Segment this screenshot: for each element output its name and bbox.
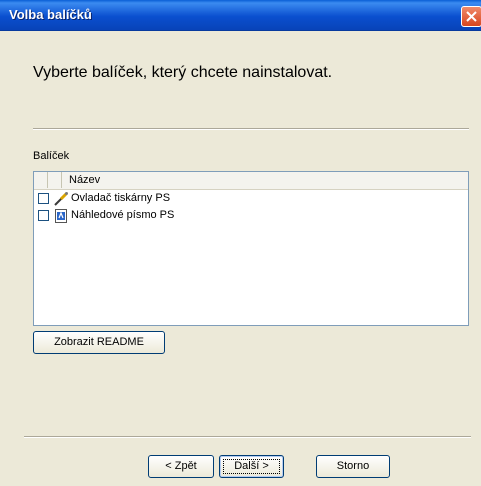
header-checkbox-column[interactable]	[34, 172, 48, 188]
package-list[interactable]: Název Ovladač tiskárny PS Náhledové písm…	[33, 171, 469, 326]
next-button-label: Další >	[234, 460, 269, 472]
font-preview-icon	[53, 208, 69, 224]
close-icon	[466, 11, 477, 22]
list-item[interactable]: Náhledové písmo PS	[36, 208, 466, 224]
bottom-divider	[24, 436, 471, 438]
back-button[interactable]: < Zpět	[148, 455, 214, 478]
show-readme-button[interactable]: Zobrazit README	[33, 331, 165, 354]
list-header: Název	[34, 172, 468, 190]
page-heading: Vyberte balíček, který chcete nainstalov…	[33, 64, 333, 81]
list-item[interactable]: Ovladač tiskárny PS	[36, 191, 466, 207]
cancel-button[interactable]: Storno	[316, 455, 390, 478]
package-section-label: Balíček	[33, 150, 70, 162]
package-checkbox[interactable]	[38, 193, 49, 204]
package-checkbox[interactable]	[38, 210, 49, 221]
package-name: Náhledové písmo PS	[71, 209, 175, 221]
package-name: Ovladač tiskárny PS	[71, 192, 171, 204]
title-bar[interactable]: Volba balíčků	[0, 0, 481, 31]
top-divider	[33, 128, 469, 130]
header-icon-column[interactable]	[48, 172, 62, 188]
close-button[interactable]	[461, 6, 481, 27]
next-button[interactable]: Další >	[219, 455, 284, 478]
window-title: Volba balíčků	[9, 7, 92, 22]
printer-driver-icon	[53, 191, 69, 207]
header-name-column[interactable]: Název	[62, 172, 468, 188]
